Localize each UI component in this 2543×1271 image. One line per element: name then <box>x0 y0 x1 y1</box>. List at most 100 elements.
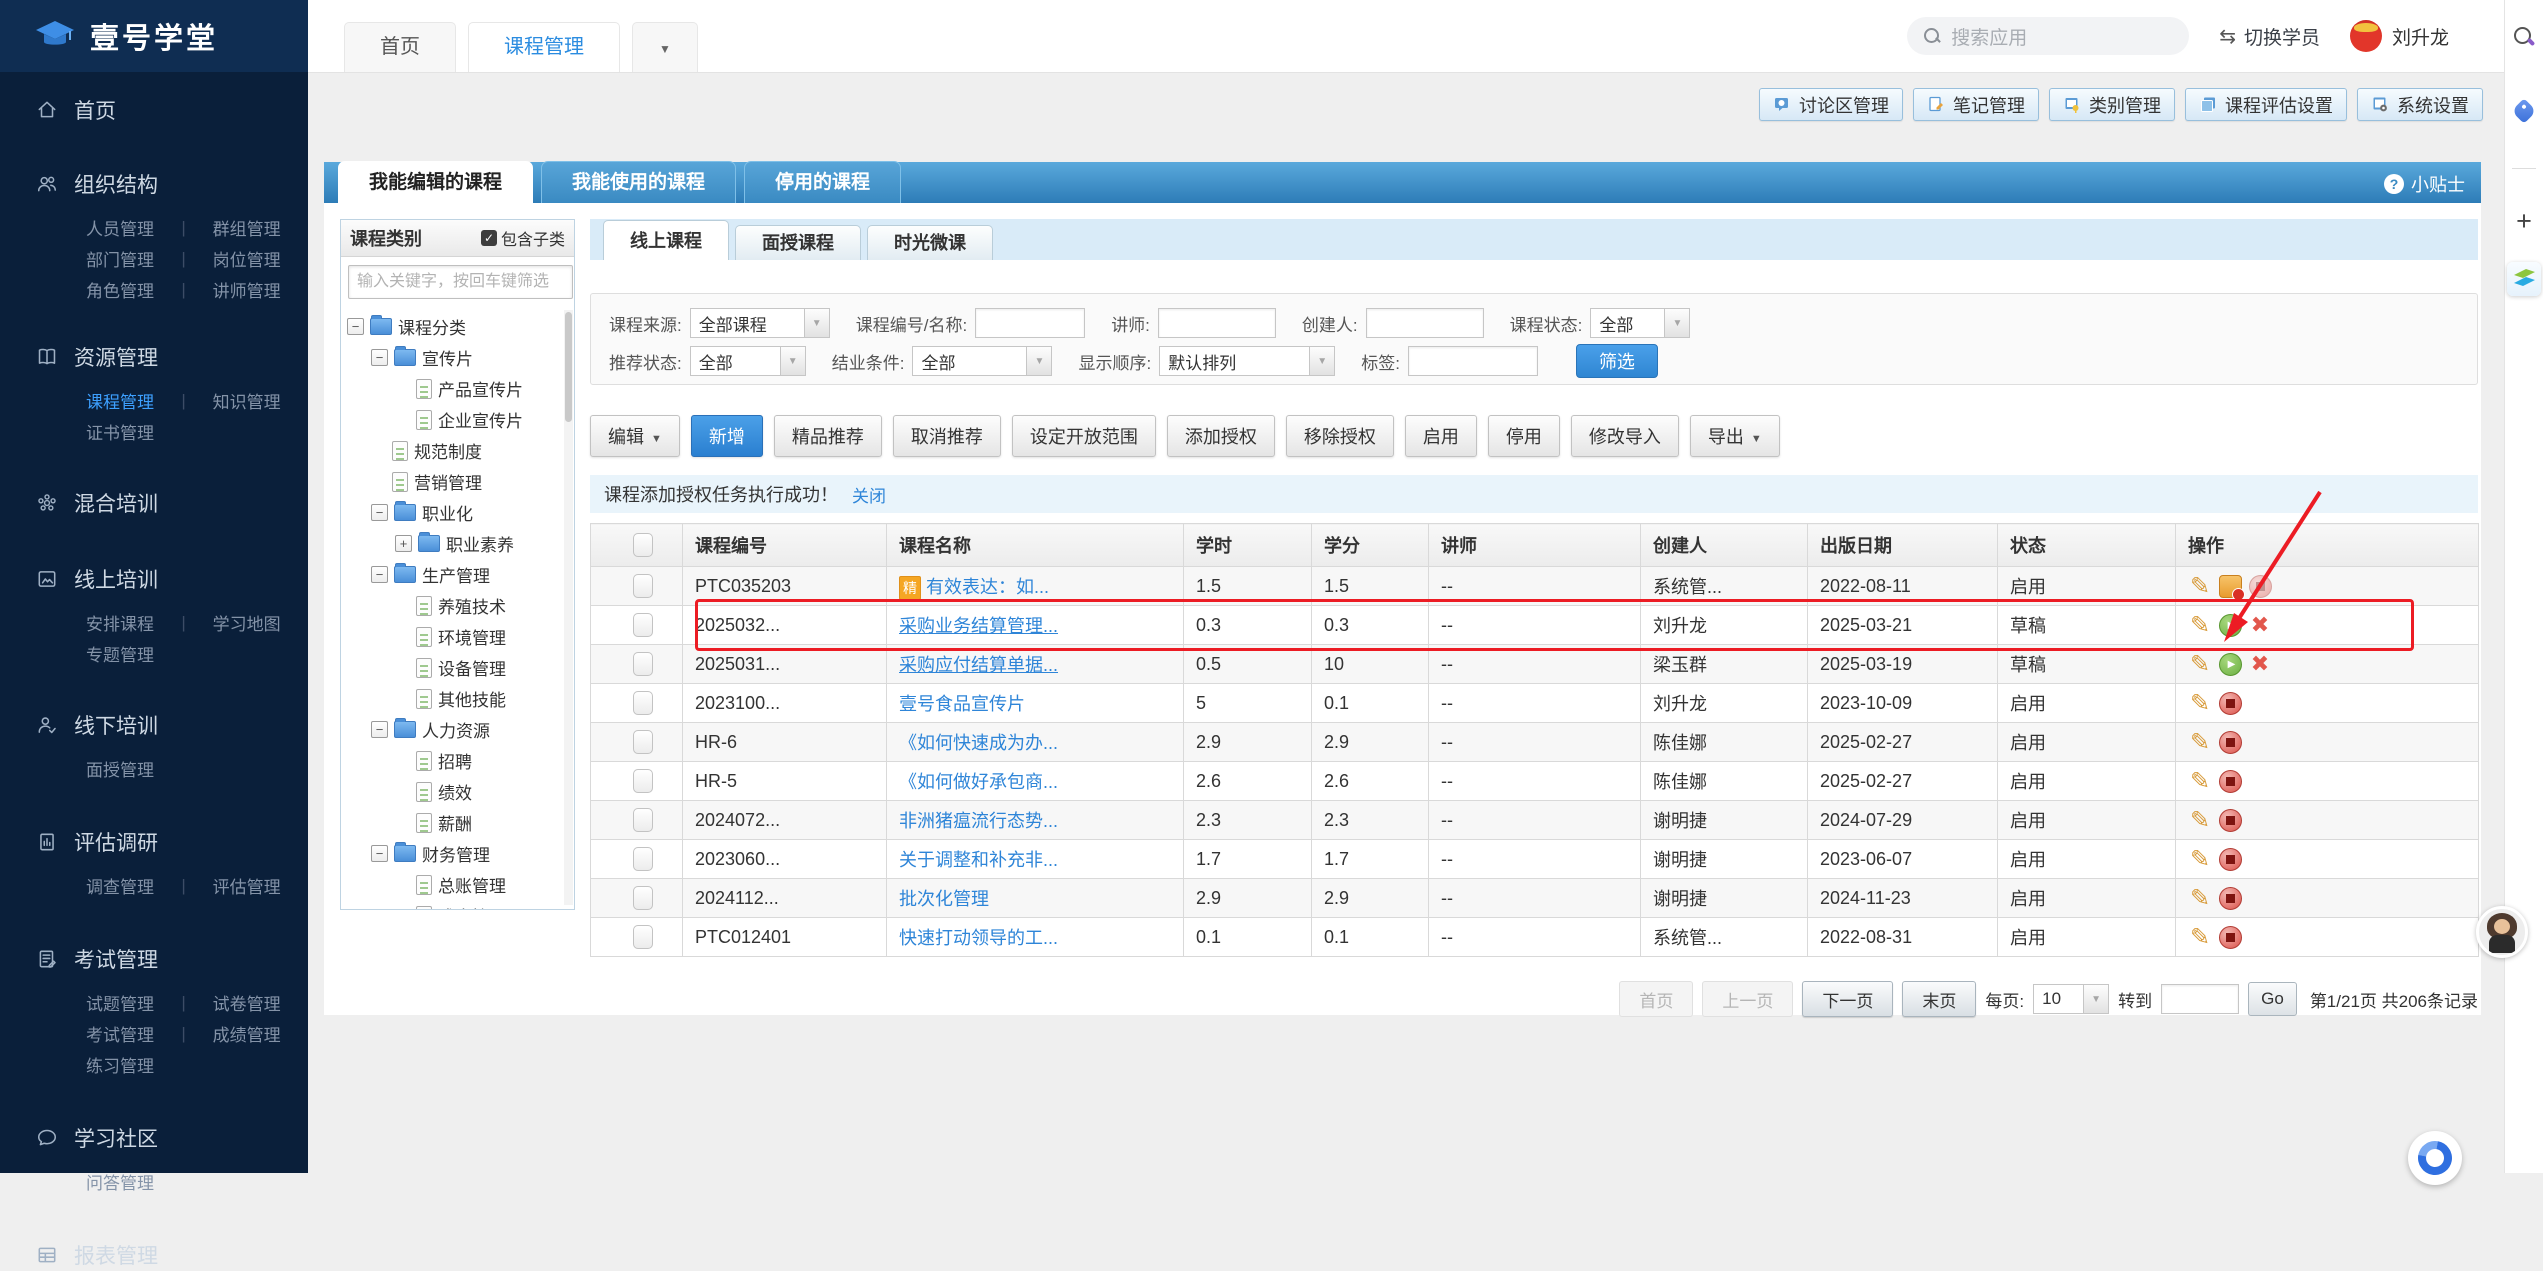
stop-icon[interactable] <box>2219 887 2242 910</box>
grant-auth-button[interactable]: 添加授权 <box>1167 415 1275 457</box>
sidebar-item-papers[interactable]: 试卷管理 <box>213 990 308 1015</box>
tree-search-input[interactable] <box>348 265 573 299</box>
go-button[interactable]: Go <box>2248 982 2297 1016</box>
sidebar-section-resources[interactable]: 资源管理 <box>0 341 308 373</box>
edit-icon[interactable] <box>2188 613 2212 637</box>
edit-icon[interactable] <box>2188 886 2212 910</box>
sidebar-item-roles[interactable]: 角色管理 <box>86 277 181 302</box>
include-subcategory-checkbox[interactable] <box>481 230 497 246</box>
system-settings-button[interactable]: 系统设置 <box>2357 88 2483 121</box>
sidebar-item-home[interactable]: 首页 <box>0 94 308 126</box>
row-checkbox[interactable] <box>633 574 653 598</box>
stop-icon[interactable] <box>2219 692 2242 715</box>
sidebar-item-exams[interactable]: 考试管理 <box>86 1021 181 1046</box>
notes-management-button[interactable]: 笔记管理 <box>1913 88 2039 121</box>
edit-icon[interactable] <box>2188 730 2212 754</box>
notice-close-link[interactable]: 关闭 <box>852 482 886 507</box>
tree-node[interactable]: 绩效 <box>341 776 574 807</box>
course-name-link[interactable]: 《如何做好承包商... <box>899 772 1058 792</box>
course-name-link[interactable]: 批次化管理 <box>899 889 989 909</box>
delete-icon[interactable] <box>2249 614 2271 636</box>
tree-node[interactable]: 营销管理 <box>341 466 574 497</box>
tree-node[interactable]: 成本管理 <box>341 900 574 910</box>
row-checkbox[interactable] <box>633 769 653 793</box>
stop-icon[interactable] <box>2219 731 2242 754</box>
next-page-button[interactable]: 下一页 <box>1802 981 1893 1017</box>
tree-node[interactable]: 设备管理 <box>341 652 574 683</box>
tag-input[interactable] <box>1408 346 1538 376</box>
tree-node[interactable]: 财务管理 <box>341 838 574 869</box>
collapse-icon[interactable] <box>371 845 388 862</box>
tab-more-dropdown[interactable] <box>632 22 698 72</box>
sidebar-item-departments[interactable]: 部门管理 <box>86 246 181 271</box>
course-name-link[interactable]: 采购业务结算管理... <box>899 616 1058 636</box>
disable-button[interactable]: 停用 <box>1488 415 1560 457</box>
stop-icon[interactable] <box>2219 770 2242 793</box>
tree-node[interactable]: 产品宣传片 <box>341 373 574 404</box>
course-name-link[interactable]: 采购应付结算单据... <box>899 655 1058 675</box>
sidebar-item-personnel[interactable]: 人员管理 <box>86 215 181 240</box>
sidebar-section-offline[interactable]: 线下培训 <box>0 709 308 741</box>
rail-extension-button[interactable] <box>2505 262 2543 296</box>
tree-node[interactable]: 薪酬 <box>341 807 574 838</box>
user-menu[interactable]: 刘升龙 <box>2350 20 2449 52</box>
open-scope-button[interactable]: 设定开放范围 <box>1012 415 1156 457</box>
tree-node[interactable]: 人力资源 <box>341 714 574 745</box>
course-name-link[interactable]: 快速打动领导的工... <box>899 928 1058 948</box>
teacher-input[interactable] <box>1158 308 1276 338</box>
feature-button[interactable]: 精品推荐 <box>774 415 882 457</box>
tips-button[interactable]: 小贴士 <box>2384 171 2465 197</box>
add-button[interactable]: 新增 <box>691 415 763 457</box>
tree-node[interactable]: 职业化 <box>341 497 574 528</box>
course-name-link[interactable]: 关于调整和补充非... <box>899 850 1058 870</box>
stop-icon[interactable] <box>2219 848 2242 871</box>
sidebar-item-practice[interactable]: 练习管理 <box>86 1052 235 1077</box>
tree-scrollbar[interactable] <box>564 310 573 905</box>
tree-node[interactable]: 生产管理 <box>341 559 574 590</box>
sidebar-item-lecturers[interactable]: 讲师管理 <box>213 277 308 302</box>
edit-icon[interactable] <box>2188 574 2212 598</box>
switch-user-button[interactable]: 切换学员 <box>2219 23 2320 50</box>
sidebar-section-reports[interactable]: 报表管理 <box>0 1239 308 1271</box>
sidebar-section-evaluation[interactable]: 评估调研 <box>0 826 308 858</box>
tree-node[interactable]: 养殖技术 <box>341 590 574 621</box>
revoke-auth-button[interactable]: 移除授权 <box>1286 415 1394 457</box>
edit-icon[interactable] <box>2188 652 2212 676</box>
collapse-icon[interactable] <box>371 721 388 738</box>
display-order-select[interactable]: 默认排列 <box>1159 346 1335 376</box>
course-evaluation-settings-button[interactable]: 课程评估设置 <box>2185 88 2347 121</box>
edit-button[interactable]: 编辑 <box>590 415 680 457</box>
sidebar-item-evaluation[interactable]: 评估管理 <box>213 873 308 898</box>
sidebar-item-certificates[interactable]: 证书管理 <box>86 419 235 444</box>
sidebar-item-scores[interactable]: 成绩管理 <box>213 1021 308 1046</box>
expand-icon[interactable] <box>395 535 412 552</box>
tab-editable-courses[interactable]: 我能编辑的课程 <box>338 161 533 203</box>
course-name-link[interactable]: 壹号食品宣传片 <box>899 694 1025 714</box>
tree-node[interactable]: 职业素养 <box>341 528 574 559</box>
row-checkbox[interactable] <box>633 652 653 676</box>
tree-node[interactable]: 课程分类 <box>341 311 574 342</box>
sidebar-item-positions[interactable]: 岗位管理 <box>213 246 308 271</box>
recommend-status-select[interactable]: 全部 <box>690 346 806 376</box>
select-all-checkbox[interactable] <box>633 533 653 557</box>
modify-import-button[interactable]: 修改导入 <box>1571 415 1679 457</box>
row-checkbox[interactable] <box>633 886 653 910</box>
row-checkbox[interactable] <box>633 808 653 832</box>
tree-node[interactable]: 招聘 <box>341 745 574 776</box>
completion-select[interactable]: 全部 <box>912 346 1052 376</box>
discussion-management-button[interactable]: 讨论区管理 <box>1759 88 1903 121</box>
stop-icon[interactable] <box>2249 575 2272 598</box>
tab-home[interactable]: 首页 <box>344 22 456 72</box>
tree-node[interactable]: 其他技能 <box>341 683 574 714</box>
unfeature-icon[interactable] <box>2219 575 2242 598</box>
sidebar-section-online[interactable]: 线上培训 <box>0 563 308 595</box>
collapse-icon[interactable] <box>371 349 388 366</box>
row-checkbox[interactable] <box>633 613 653 637</box>
collapse-icon[interactable] <box>347 318 364 335</box>
last-page-button[interactable]: 末页 <box>1902 981 1976 1017</box>
edit-icon[interactable] <box>2188 847 2212 871</box>
sidebar-section-blended[interactable]: 混合培训 <box>0 487 308 519</box>
sidebar-item-learning-map[interactable]: 学习地图 <box>213 610 308 635</box>
rail-tag-button[interactable] <box>2505 102 2543 120</box>
sidebar-item-groups[interactable]: 群组管理 <box>213 215 308 240</box>
